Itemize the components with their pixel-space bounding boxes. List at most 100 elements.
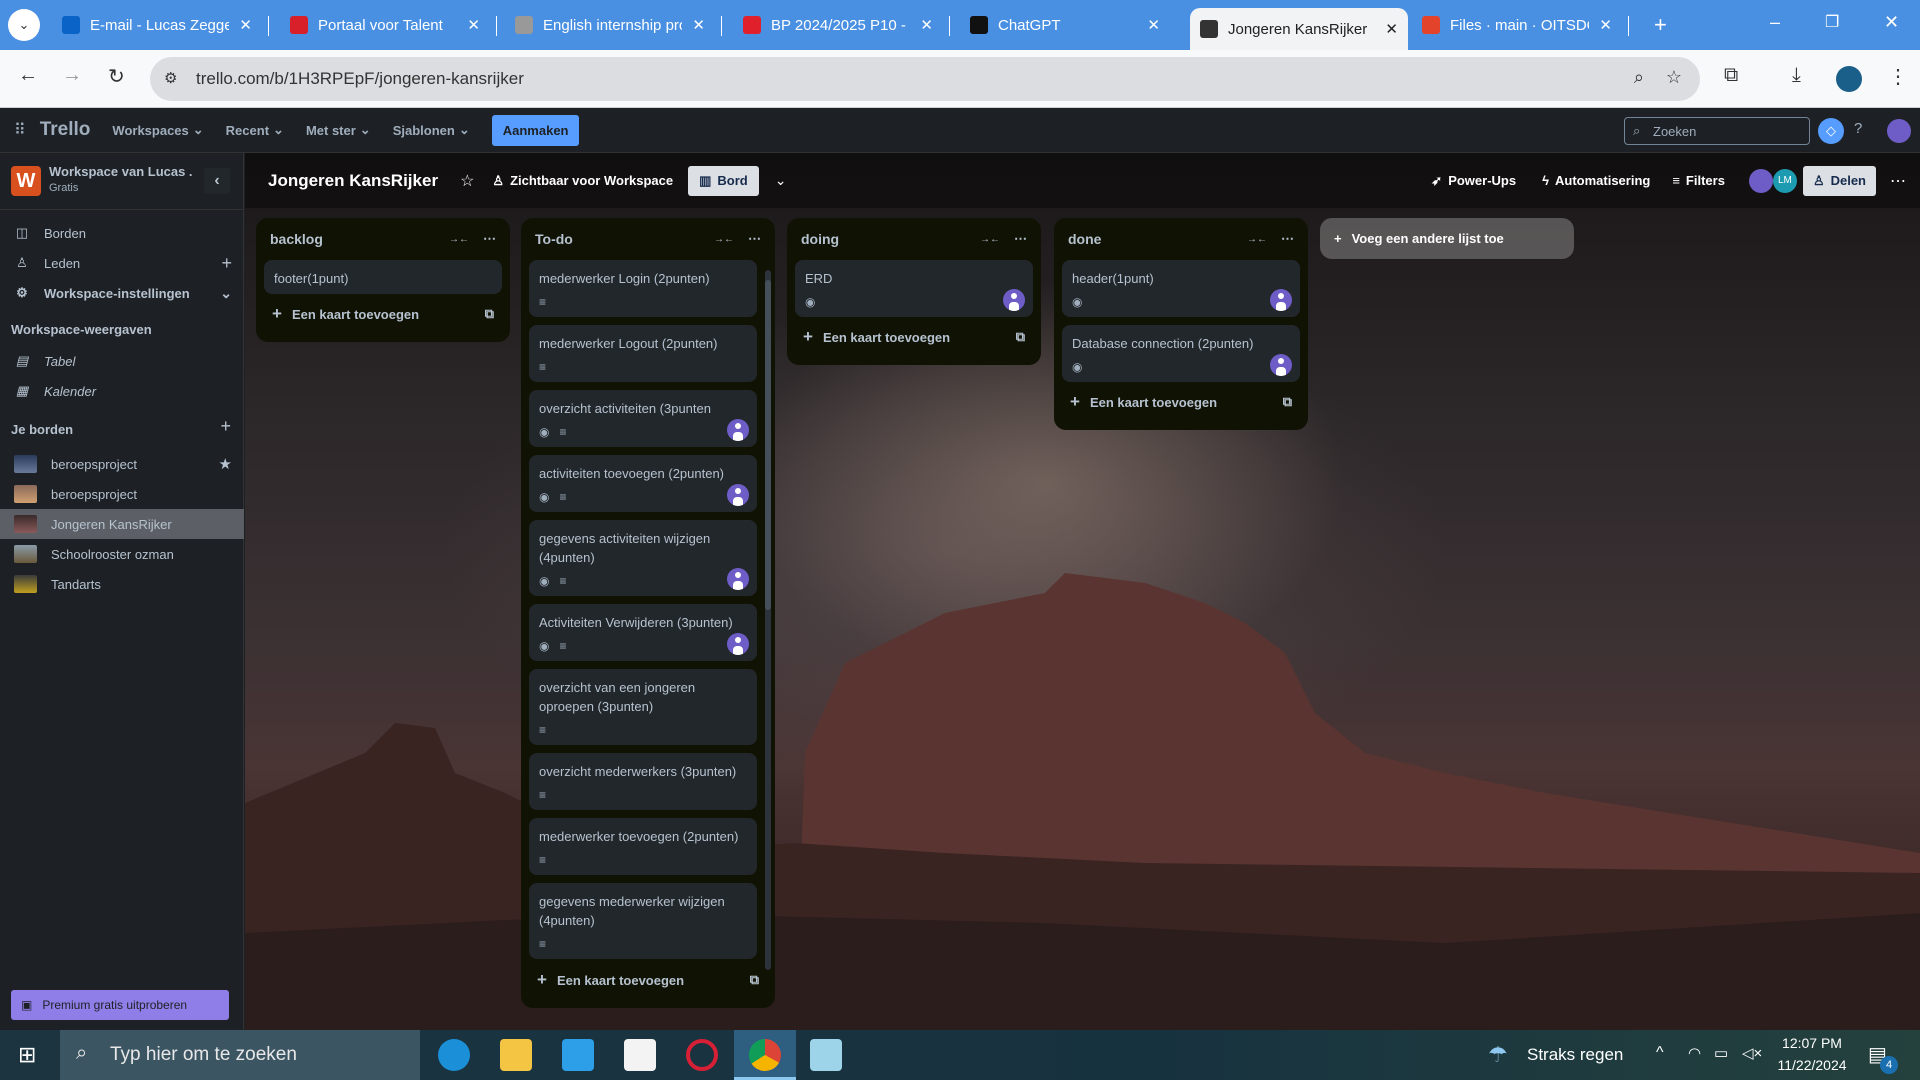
browser-tab[interactable]: ChatGPT ✕ bbox=[960, 8, 1170, 42]
card[interactable]: activiteiten toevoegen (2punten) ◉ ≡ bbox=[529, 455, 757, 512]
list-menu-icon[interactable]: ⋯ bbox=[748, 231, 761, 247]
minimize-button[interactable]: – bbox=[1770, 12, 1780, 33]
card[interactable]: footer(1punt) bbox=[264, 260, 502, 294]
add-card-button[interactable]: + Een kaart toevoegen ⧉ bbox=[795, 317, 1033, 357]
card-template-icon[interactable]: ⧉ bbox=[1016, 329, 1025, 345]
scrollbar-thumb[interactable] bbox=[765, 280, 771, 610]
collapse-list-icon[interactable]: →← bbox=[980, 234, 1000, 245]
tab-close-icon[interactable]: ✕ bbox=[692, 16, 705, 34]
reload-button[interactable]: ↻ bbox=[108, 64, 125, 89]
battery-icon[interactable]: ▭ bbox=[1714, 1044, 1728, 1062]
taskbar-search[interactable]: ⌕ Typ hier om te zoeken bbox=[60, 1030, 420, 1080]
profile-avatar[interactable] bbox=[1836, 66, 1862, 92]
member-avatar[interactable] bbox=[727, 568, 749, 590]
sidebar-view-calendar[interactable]: ▦ Kalender bbox=[0, 376, 244, 406]
tab-close-icon[interactable]: ✕ bbox=[920, 16, 933, 34]
menu-starred[interactable]: Met ster ⌄ bbox=[306, 122, 371, 138]
tab-close-icon[interactable]: ✕ bbox=[1147, 16, 1160, 34]
tab-close-icon[interactable]: ✕ bbox=[1599, 16, 1612, 34]
windows-start-icon[interactable]: ⊞ bbox=[18, 1042, 36, 1068]
member-avatar[interactable] bbox=[1003, 289, 1025, 311]
collapse-list-icon[interactable]: →← bbox=[449, 234, 469, 245]
address-bar[interactable]: ⚙ trello.com/b/1H3RPEpF/jongeren-kansrij… bbox=[150, 57, 1700, 101]
opera-icon[interactable] bbox=[686, 1039, 718, 1071]
collapse-list-icon[interactable]: →← bbox=[1247, 234, 1267, 245]
card[interactable]: overzicht activiteiten (3punten ◉ ≡ bbox=[529, 390, 757, 447]
search-input[interactable]: ⌕ Zoeken bbox=[1624, 117, 1810, 145]
tab-close-icon[interactable]: ✕ bbox=[1385, 20, 1398, 38]
list-title[interactable]: To-do bbox=[535, 231, 700, 247]
workspace-name[interactable]: Workspace van Lucas . bbox=[49, 164, 193, 179]
list-menu-icon[interactable]: ⋯ bbox=[1014, 231, 1027, 247]
forward-button[interactable]: → bbox=[62, 64, 82, 87]
member-avatar[interactable] bbox=[727, 484, 749, 506]
tab-search-button[interactable]: ⌄ bbox=[8, 9, 40, 41]
download-icon[interactable]: ⤓ bbox=[1792, 64, 1801, 87]
sidebar-view-table[interactable]: ▤ Tabel bbox=[0, 346, 244, 376]
zoom-icon[interactable]: ⌕ bbox=[1634, 67, 1644, 88]
card-template-icon[interactable]: ⧉ bbox=[485, 306, 494, 322]
app-switcher-icon[interactable]: ⠿ bbox=[14, 120, 26, 140]
card[interactable]: gegevens activiteiten wijzigen (4punten)… bbox=[529, 520, 757, 596]
restore-button[interactable]: ❐ bbox=[1825, 12, 1839, 32]
menu-workspaces[interactable]: Workspaces ⌄ bbox=[112, 122, 203, 138]
card[interactable]: Activiteiten Verwijderen (3punten) ◉ ≡ bbox=[529, 604, 757, 661]
card[interactable]: mederwerker Login (2punten) ≡ bbox=[529, 260, 757, 317]
clock-date[interactable]: 11/22/2024 bbox=[1772, 1057, 1852, 1073]
chevron-down-icon[interactable]: ⌄ bbox=[775, 172, 787, 189]
chrome-taskbar-button[interactable] bbox=[734, 1030, 796, 1080]
browser-tab[interactable]: Portaal voor Talent ✕ bbox=[280, 8, 490, 42]
premium-trial-button[interactable]: ▣ Premium gratis uitproberen bbox=[11, 990, 229, 1020]
card[interactable]: overzicht mederwerkers (3punten) ≡ bbox=[529, 753, 757, 810]
trello-logo[interactable]: Trello bbox=[40, 119, 91, 141]
add-board-icon[interactable]: + bbox=[220, 416, 231, 437]
filters-button[interactable]: ≡ Filters bbox=[1672, 173, 1725, 188]
user-avatar[interactable] bbox=[1887, 119, 1911, 143]
more-menu-icon[interactable]: ⋯ bbox=[1890, 171, 1906, 191]
browser-tab[interactable]: English internship pro ✕ bbox=[505, 8, 715, 42]
sidebar-board-item[interactable]: Jongeren KansRijker bbox=[0, 509, 244, 539]
card-template-icon[interactable]: ⧉ bbox=[750, 972, 759, 988]
chevron-down-icon[interactable]: ⌄ bbox=[220, 285, 232, 302]
file-explorer-icon[interactable] bbox=[500, 1039, 532, 1071]
list-scrollbar[interactable] bbox=[765, 270, 771, 970]
list-title[interactable]: backlog bbox=[270, 231, 435, 247]
star-filled-icon[interactable]: ★ bbox=[219, 455, 232, 473]
member-avatar[interactable] bbox=[1270, 289, 1292, 311]
card[interactable]: ERD ◉ bbox=[795, 260, 1033, 317]
member-avatar[interactable] bbox=[1748, 168, 1773, 193]
close-window-button[interactable]: ✕ bbox=[1884, 12, 1899, 33]
member-avatar[interactable] bbox=[1270, 354, 1292, 376]
back-button[interactable]: ← bbox=[18, 64, 38, 87]
card[interactable]: gegevens mederwerker wijzigen (4punten) ≡ bbox=[529, 883, 757, 959]
help-icon[interactable]: ? bbox=[1854, 120, 1862, 137]
tab-close-icon[interactable]: ✕ bbox=[467, 16, 480, 34]
add-card-button[interactable]: + Een kaart toevoegen ⧉ bbox=[529, 960, 767, 1000]
share-button[interactable]: ♙ Delen bbox=[1802, 165, 1876, 196]
notifications-icon[interactable]: ◇ bbox=[1818, 118, 1844, 144]
clock-time[interactable]: 12:07 PM bbox=[1776, 1035, 1848, 1051]
tab-close-icon[interactable]: ✕ bbox=[239, 16, 252, 34]
browser-menu-icon[interactable]: ⋮ bbox=[1888, 64, 1908, 89]
card[interactable]: overzicht van een jongeren oproepen (3pu… bbox=[529, 669, 757, 745]
menu-recent[interactable]: Recent ⌄ bbox=[226, 122, 284, 138]
add-card-button[interactable]: + Een kaart toevoegen ⧉ bbox=[1062, 382, 1300, 422]
site-info-icon[interactable]: ⚙ bbox=[164, 69, 177, 87]
sidebar-board-item[interactable]: beroepsproject ★ bbox=[0, 449, 244, 479]
tray-chevron-icon[interactable]: ^ bbox=[1656, 1044, 1664, 1062]
list-menu-icon[interactable]: ⋯ bbox=[1281, 231, 1294, 247]
list-title[interactable]: done bbox=[1068, 231, 1233, 247]
browser-tab[interactable]: Files · main · OITSDO ✕ bbox=[1412, 8, 1622, 42]
edge-icon[interactable] bbox=[438, 1039, 470, 1071]
view-board-button[interactable]: ▥ Bord bbox=[688, 165, 759, 196]
sidebar-board-item[interactable]: Schoolrooster ozman bbox=[0, 539, 244, 569]
list-title[interactable]: doing bbox=[801, 231, 966, 247]
new-tab-button[interactable]: + bbox=[1654, 12, 1667, 38]
bookmark-star-icon[interactable]: ☆ bbox=[1666, 67, 1682, 88]
star-icon[interactable]: ☆ bbox=[460, 171, 474, 191]
sidebar-board-item[interactable]: beroepsproject bbox=[0, 479, 244, 509]
store-icon[interactable] bbox=[624, 1039, 656, 1071]
add-list-button[interactable]: + Voeg een andere lijst toe bbox=[1320, 218, 1574, 259]
visibility-button[interactable]: ♙ Zichtbaar voor Workspace bbox=[492, 173, 673, 189]
collapse-list-icon[interactable]: →← bbox=[714, 234, 734, 245]
